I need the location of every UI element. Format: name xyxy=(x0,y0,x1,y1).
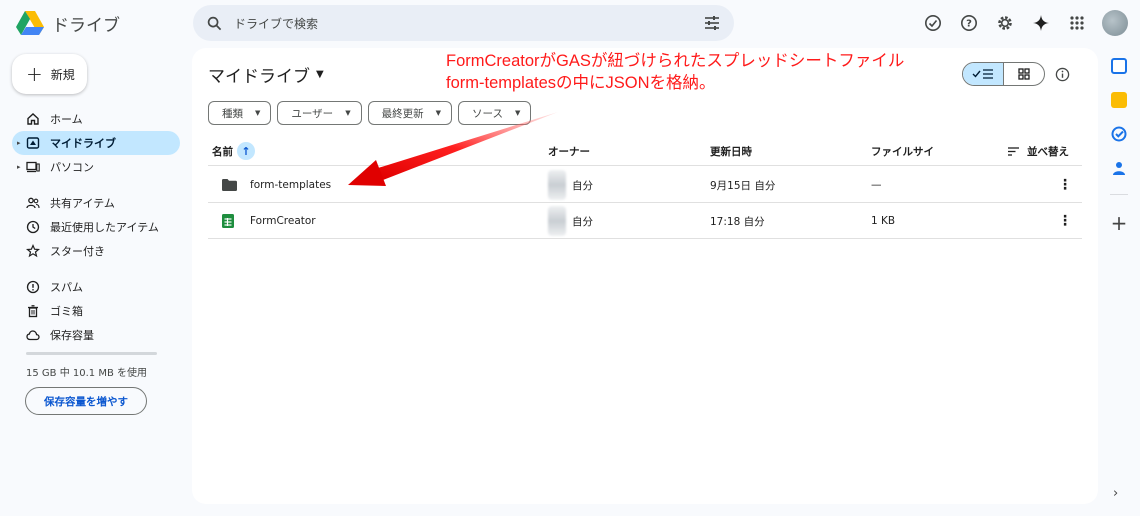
sidebar-item-label: パソコン xyxy=(50,161,94,174)
expand-caret-icon[interactable]: ▸ xyxy=(17,139,21,147)
plus-icon: + xyxy=(26,62,43,86)
expand-caret-icon[interactable]: ▸ xyxy=(17,163,21,171)
trash-icon xyxy=(28,305,38,318)
sidebar-item-my-drive[interactable]: ▸ マイドライブ xyxy=(12,131,180,155)
drive-logo[interactable]: ドライブ xyxy=(16,10,120,36)
chevron-right-icon[interactable]: › xyxy=(1113,486,1118,501)
app-name: ドライブ xyxy=(52,15,120,36)
grid-view-button[interactable] xyxy=(1004,63,1044,85)
file-size: — xyxy=(871,179,882,191)
owner-name: 自分 xyxy=(572,215,593,228)
annotation-text: FormCreatorがGASが紐づけられたスプレッドシートファイル form-… xyxy=(446,50,904,94)
annotation-arrow-icon xyxy=(348,112,558,186)
sort-options-button[interactable]: 並べ替え xyxy=(1008,136,1069,166)
search-options-icon[interactable] xyxy=(704,16,720,30)
annotation-line-1: FormCreatorがGASが紐づけられたスプレッドシートファイル xyxy=(446,52,905,70)
sort-ascending-icon[interactable]: ↑ xyxy=(237,142,255,160)
search-input[interactable]: ドライブで検索 xyxy=(234,15,692,32)
chevron-down-icon: ▼ xyxy=(316,69,324,80)
list-view-button[interactable] xyxy=(963,63,1004,85)
sidebar-item-label: マイドライブ xyxy=(50,137,116,150)
storage-bar xyxy=(26,352,157,355)
sidebar-item-computers[interactable]: ▸ パソコン xyxy=(12,155,180,179)
home-icon xyxy=(27,113,39,125)
google-sheets-icon xyxy=(222,203,238,239)
storage-meter: 15 GB 中 10.1 MB を使用 xyxy=(26,352,157,379)
sidebar-item-starred[interactable]: スター付き xyxy=(12,239,180,263)
page-title[interactable]: マイドライブ ▼ xyxy=(208,62,324,87)
help-icon[interactable]: ? xyxy=(958,12,980,34)
clock-icon xyxy=(26,220,40,234)
more-actions-icon[interactable]: ⋮ xyxy=(1058,167,1072,203)
filter-type-chip[interactable]: 種類 ▼ xyxy=(208,101,272,125)
sidebar-item-spam[interactable]: スパム xyxy=(12,275,180,299)
shared-people-icon xyxy=(26,197,40,209)
settings-gear-icon[interactable] xyxy=(994,12,1016,34)
more-actions-icon[interactable]: ⋮ xyxy=(1058,203,1072,239)
star-icon xyxy=(26,244,40,258)
get-more-storage-button[interactable]: 保存容量を増やす xyxy=(25,387,147,415)
file-name[interactable]: form-templates xyxy=(250,167,331,203)
sidebar-item-label: ゴミ箱 xyxy=(50,305,83,318)
column-header-size[interactable]: ファイルサイ xyxy=(871,136,934,166)
contacts-app-icon[interactable] xyxy=(1112,160,1126,176)
annotation-line-2: form-templatesの中にJSONを格納。 xyxy=(446,74,716,92)
sidebar-item-shared[interactable]: 共有アイテム xyxy=(12,191,180,215)
sidebar-item-recent[interactable]: 最近使用したアイテム xyxy=(12,215,180,239)
chip-label: 種類 xyxy=(222,107,243,120)
sidebar-item-label: スパム xyxy=(50,281,83,294)
chevron-down-icon: ▼ xyxy=(255,109,261,117)
search-icon[interactable] xyxy=(207,16,222,31)
file-size: 1 KB xyxy=(871,215,896,227)
sidebar-item-label: スター付き xyxy=(50,245,105,258)
sort-label: 並べ替え xyxy=(1027,145,1069,158)
owner-avatar xyxy=(548,206,566,236)
sidebar-item-label: 保存容量 xyxy=(50,329,94,342)
search-bar[interactable]: ドライブで検索 xyxy=(193,5,734,41)
sidebar-item-label: 最近使用したアイテム xyxy=(50,221,159,234)
apps-grid-icon[interactable] xyxy=(1066,12,1088,34)
add-addon-icon[interactable]: + xyxy=(1111,213,1128,233)
chip-label: ユーザー xyxy=(291,107,334,120)
keep-app-icon[interactable] xyxy=(1111,92,1127,108)
table-row[interactable]: FormCreator 自分 17:18 自分 1 KB ⋮ xyxy=(208,203,1082,239)
sidebar-item-trash[interactable]: ゴミ箱 xyxy=(12,299,180,323)
computer-icon xyxy=(26,161,40,173)
spam-alert-icon xyxy=(26,280,40,294)
view-toggle[interactable] xyxy=(962,62,1045,86)
gemini-sparkle-icon[interactable] xyxy=(1030,12,1052,34)
column-header-modified[interactable]: 更新日時 xyxy=(710,136,752,166)
drive-logo-icon xyxy=(16,11,44,35)
info-icon[interactable] xyxy=(1054,66,1070,82)
svg-text:?: ? xyxy=(966,19,972,30)
new-button[interactable]: + 新規 xyxy=(12,54,87,94)
new-button-label: 新規 xyxy=(50,67,75,82)
storage-usage-text: 15 GB 中 10.1 MB を使用 xyxy=(26,368,147,379)
sidebar-item-label: 共有アイテム xyxy=(50,197,115,210)
file-name[interactable]: FormCreator xyxy=(250,203,316,239)
owner-name: 自分 xyxy=(572,179,593,192)
page-title-text: マイドライブ xyxy=(208,67,310,87)
sidebar-item-home[interactable]: ホーム xyxy=(12,107,180,131)
offline-ready-icon[interactable] xyxy=(922,12,944,34)
my-drive-icon xyxy=(26,137,40,149)
column-label: 名前 xyxy=(212,145,233,158)
sidebar-item-label: ホーム xyxy=(50,113,83,126)
column-header-name[interactable]: 名前 ↑ xyxy=(212,136,255,166)
main-panel: マイドライブ ▼ 種類 ▼ ユーザー ▼ 最終更新 ▼ ソース ▼ 名前 ↑ オーナー … xyxy=(192,48,1098,504)
side-panel-rail: + xyxy=(1104,58,1134,233)
sort-lines-icon xyxy=(1008,146,1019,156)
calendar-app-icon[interactable] xyxy=(1111,58,1127,74)
modified-date: 17:18 自分 xyxy=(710,215,765,228)
cloud-icon xyxy=(26,330,40,341)
sidebar-nav: ホーム ▸ マイドライブ ▸ パソコン 共有アイテム 最近使用したアイテム スタ… xyxy=(12,107,180,347)
sidebar-item-storage[interactable]: 保存容量 xyxy=(12,323,180,347)
account-avatar[interactable] xyxy=(1102,10,1128,36)
folder-icon xyxy=(222,167,238,203)
modified-date: 9月15日 自分 xyxy=(710,179,776,192)
tasks-app-icon[interactable] xyxy=(1111,126,1127,142)
